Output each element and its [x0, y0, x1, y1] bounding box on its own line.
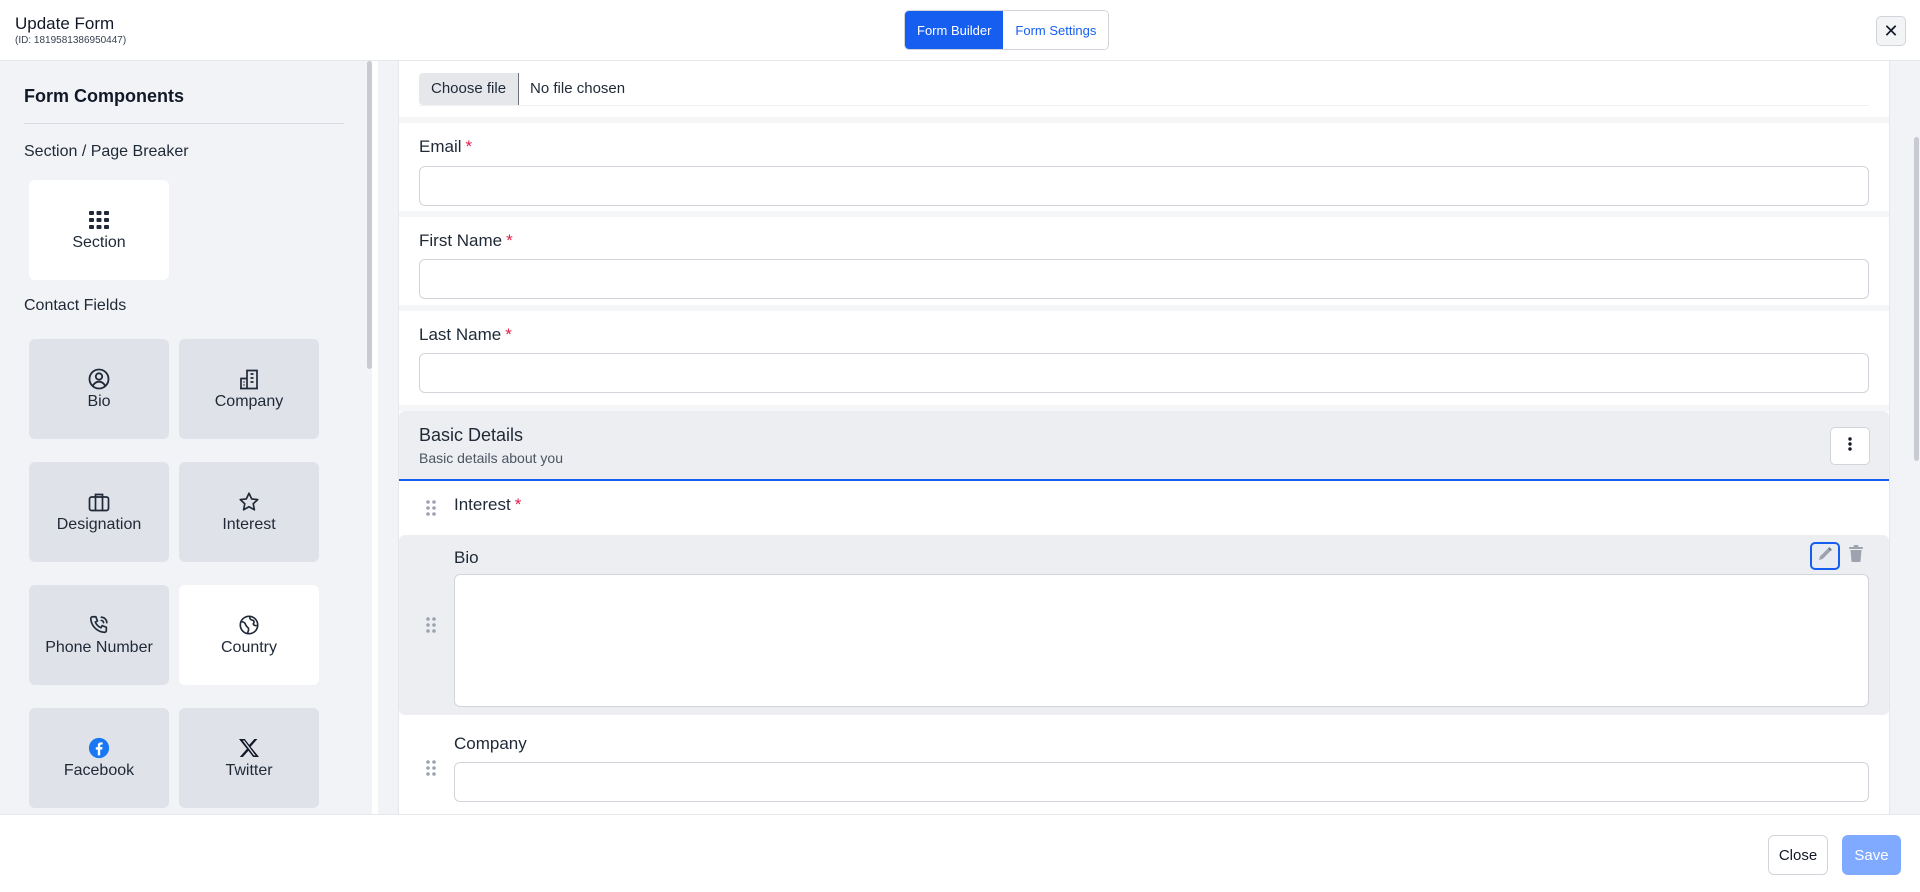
component-label: Company [214, 393, 284, 410]
component-company[interactable]: Company [179, 339, 319, 439]
component-designation[interactable]: Designation [29, 462, 169, 562]
field-label: Email * [419, 137, 473, 156]
group-label-contact-fields: Contact Fields [24, 297, 127, 314]
section-field-company[interactable]: Company [399, 721, 1889, 814]
component-label: Facebook [63, 762, 135, 779]
component-label: Country [220, 639, 278, 656]
field-last-name[interactable]: Last Name * [399, 305, 1889, 405]
more-vertical-icon [1848, 436, 1852, 456]
field-label: Company [454, 734, 527, 753]
component-label: Phone Number [45, 639, 153, 656]
delete-field-button[interactable] [1846, 543, 1866, 569]
sidebar-heading: Form Components [24, 86, 184, 106]
sidebar-divider [24, 123, 344, 124]
required-marker: * [505, 325, 512, 344]
canvas-scrollbar-thumb[interactable] [1914, 137, 1919, 461]
drag-handle-icon[interactable] [425, 499, 437, 517]
required-marker: * [465, 137, 473, 156]
components-sidebar: Form Components Section / Page Breaker S… [0, 61, 372, 814]
building-icon [237, 367, 261, 391]
field-label: Interest * [454, 495, 522, 514]
pencil-icon [1817, 546, 1833, 567]
footer: Close Save [0, 814, 1920, 892]
component-twitter[interactable]: Twitter [179, 708, 319, 808]
form-id: (ID: 1819581386950447) [15, 35, 127, 46]
briefcase-icon [87, 490, 111, 514]
section-menu-button[interactable] [1830, 427, 1870, 465]
form-canvas-area: Choose file No file chosen Email * First … [378, 61, 1920, 814]
choose-file-button[interactable]: Choose file [419, 72, 520, 105]
close-icon[interactable]: ✕ [1876, 16, 1906, 46]
globe-icon [237, 613, 261, 637]
field-label: First Name * [419, 231, 513, 250]
section-field-bio[interactable]: Bio [399, 535, 1889, 715]
x-twitter-icon [237, 736, 261, 760]
company-input[interactable] [454, 762, 1869, 802]
required-marker: * [506, 231, 513, 250]
field-label: Last Name * [419, 325, 512, 344]
header: Update Form (ID: 1819581386950447) Form … [0, 0, 1920, 61]
field-label: Bio [454, 548, 479, 567]
first-name-input[interactable] [419, 259, 1869, 299]
sidebar-scrollbar-thumb[interactable] [367, 61, 372, 369]
view-tabs: Form Builder Form Settings [904, 10, 1110, 50]
file-input[interactable]: Choose file No file chosen [419, 72, 1869, 106]
page-title: Update Form [15, 14, 115, 33]
section-basic-details: Basic Details Basic details about you In… [399, 411, 1889, 814]
user-circle-icon [87, 367, 111, 391]
component-label: Interest [222, 516, 276, 533]
close-button[interactable]: Close [1768, 835, 1828, 875]
component-label: Bio [87, 393, 111, 410]
phone-icon [87, 613, 111, 637]
component-label: Section [72, 234, 126, 251]
drag-handle-icon[interactable] [425, 616, 437, 634]
form-canvas: Choose file No file chosen Email * First … [398, 61, 1890, 814]
tab-form-settings[interactable]: Form Settings [1003, 11, 1109, 49]
file-upload-field: Choose file No file chosen [399, 61, 1889, 117]
last-name-input[interactable] [419, 353, 1869, 393]
drag-handle-icon[interactable] [425, 759, 437, 777]
email-input[interactable] [419, 166, 1869, 206]
file-status: No file chosen [530, 80, 626, 97]
component-label: Twitter [225, 762, 273, 779]
trash-icon [1849, 545, 1863, 567]
bio-textarea[interactable] [454, 574, 1869, 707]
save-button[interactable]: Save [1842, 835, 1901, 875]
component-interest[interactable]: Interest [179, 462, 319, 562]
star-icon [237, 490, 261, 514]
group-label-section: Section / Page Breaker [24, 143, 189, 160]
section-field-interest[interactable]: Interest * [399, 483, 1889, 529]
component-phone-number[interactable]: Phone Number [29, 585, 169, 685]
component-bio[interactable]: Bio [29, 339, 169, 439]
tab-form-builder[interactable]: Form Builder [905, 11, 1004, 49]
component-country[interactable]: Country [179, 585, 319, 685]
component-section[interactable]: Section [29, 180, 169, 280]
component-label: Designation [56, 516, 142, 533]
edit-field-button[interactable] [1810, 542, 1840, 570]
section-header[interactable]: Basic Details Basic details about you [399, 411, 1889, 481]
field-first-name[interactable]: First Name * [399, 211, 1889, 305]
component-facebook[interactable]: Facebook [29, 708, 169, 808]
grid-icon [87, 208, 111, 232]
section-description: Basic details about you [419, 450, 563, 466]
field-email[interactable]: Email * [399, 117, 1889, 211]
facebook-icon [87, 736, 111, 760]
required-marker: * [514, 495, 522, 514]
section-title: Basic Details [419, 425, 524, 445]
